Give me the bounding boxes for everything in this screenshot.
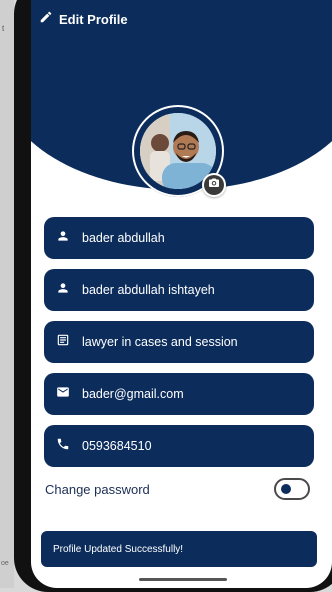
change-password-toggle[interactable]: [274, 478, 310, 500]
full-name-field[interactable]: bader abdullah ishtayeh: [44, 269, 314, 311]
change-photo-button[interactable]: [202, 173, 226, 197]
background-text-bottom: oe: [1, 560, 9, 567]
app-screen: Edit Profile bader abdullah bader abdull…: [31, 0, 332, 588]
bio-value: lawyer in cases and session: [82, 335, 238, 349]
background-text-top: t: [2, 24, 5, 33]
name-value: bader abdullah: [82, 231, 165, 245]
person-icon: [56, 229, 70, 248]
email-field[interactable]: bader@gmail.com: [44, 373, 314, 415]
toggle-knob: [281, 484, 291, 494]
background-window-strip: t oe: [0, 0, 14, 588]
camera-icon: [208, 176, 220, 194]
home-indicator[interactable]: [139, 578, 227, 581]
avatar-container: [132, 105, 226, 197]
page-title: Edit Profile: [59, 12, 128, 27]
phone-icon: [56, 437, 70, 456]
email-value: bader@gmail.com: [82, 387, 184, 401]
mail-icon: [56, 385, 70, 404]
app-bar: Edit Profile: [39, 10, 128, 29]
person-icon: [56, 281, 70, 300]
name-field[interactable]: bader abdullah: [44, 217, 314, 259]
phone-field[interactable]: 0593684510: [44, 425, 314, 467]
change-password-label: Change password: [45, 482, 150, 497]
edit-icon: [39, 10, 53, 29]
snackbar: Profile Updated Successfully!: [41, 531, 317, 567]
full-name-value: bader abdullah ishtayeh: [82, 283, 215, 297]
description-icon: [56, 333, 70, 352]
snackbar-message: Profile Updated Successfully!: [53, 543, 184, 555]
phone-value: 0593684510: [82, 439, 152, 453]
bio-field[interactable]: lawyer in cases and session: [44, 321, 314, 363]
